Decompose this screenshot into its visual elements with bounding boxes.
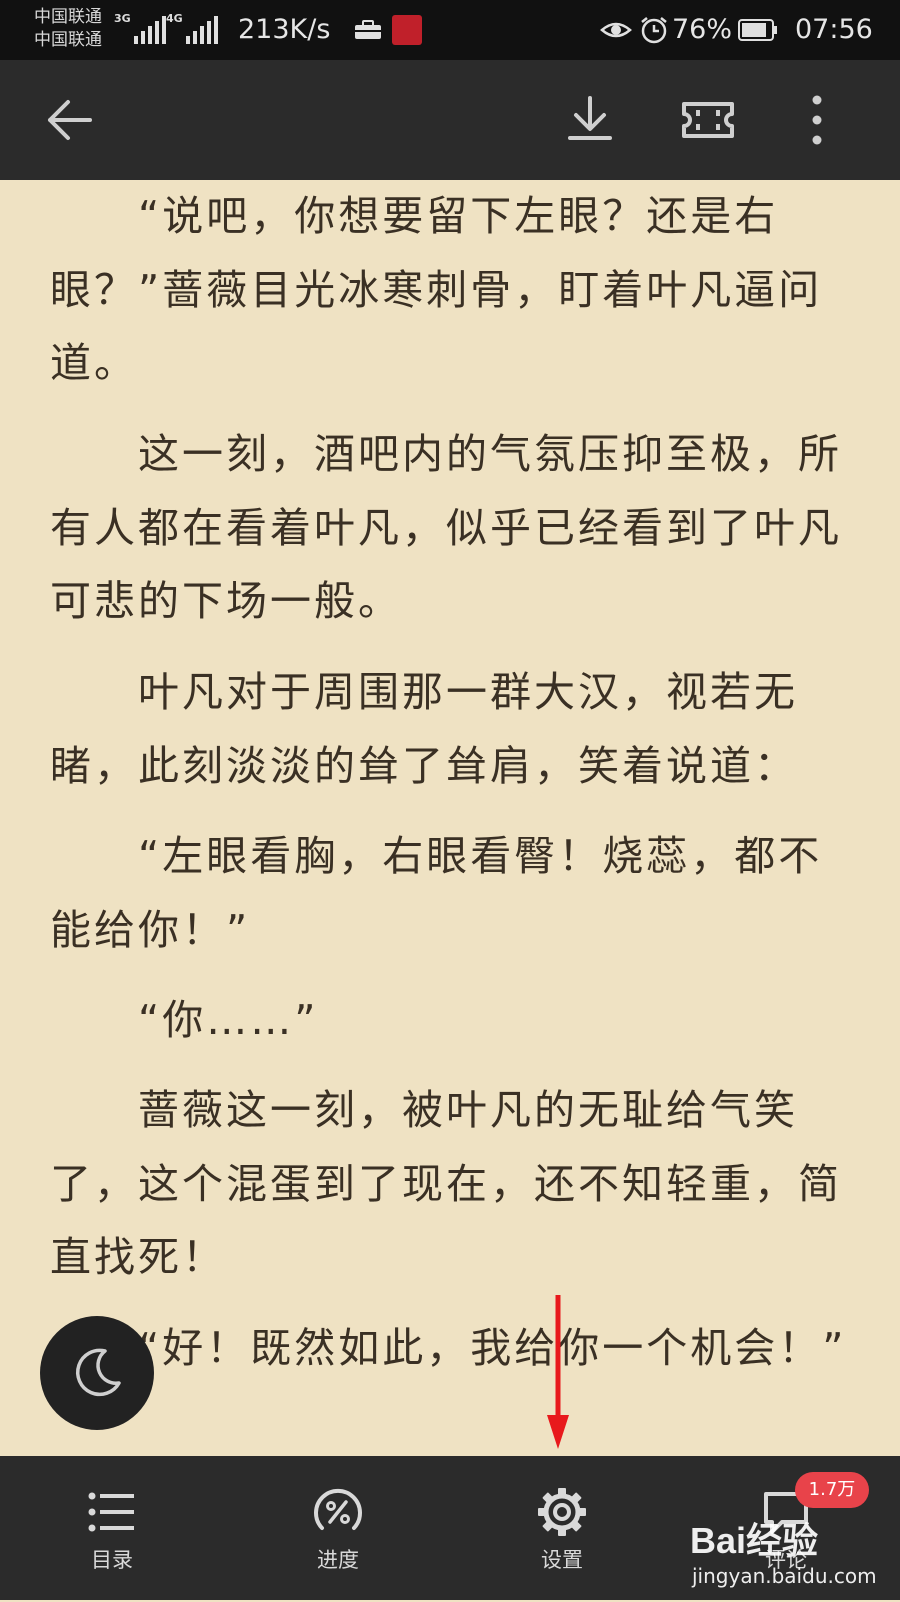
- clock: 07:56: [795, 14, 873, 45]
- catalog-label: 目录: [91, 1548, 133, 1572]
- baidu-jingyan-watermark: Bai经验 jingyan.baidu.com: [690, 1512, 890, 1602]
- signal-1-icon: 3G: [114, 12, 166, 44]
- progress-button[interactable]: 进度: [268, 1456, 408, 1600]
- annotation-arrow-icon: [547, 1295, 569, 1449]
- battery-percent: 76%: [672, 14, 733, 45]
- carrier-2: 中国联通: [34, 30, 102, 50]
- list-icon: [88, 1492, 134, 1532]
- settings-label: 设置: [541, 1548, 583, 1572]
- moon-icon: [76, 1348, 121, 1397]
- progress-label: 进度: [317, 1548, 359, 1572]
- reading-content[interactable]: “说吧，你想要留下左眼？还是右眼？”蔷薇目光冰寒刺骨，盯着叶凡逼问道。 这一刻，…: [0, 180, 900, 1456]
- net-type-2: 4G: [166, 12, 183, 25]
- settings-button[interactable]: 设置: [492, 1456, 632, 1600]
- carrier-1: 中国联通: [34, 7, 102, 27]
- catalog-button[interactable]: 目录: [42, 1456, 182, 1600]
- battery-icon: [738, 19, 777, 41]
- ticket-icon[interactable]: [680, 92, 736, 148]
- download-icon[interactable]: [562, 92, 618, 148]
- paragraph: 这一刻，酒吧内的气氛压抑至极，所有人都在看着叶凡，似乎已经看到了叶凡可悲的下场一…: [50, 430, 842, 625]
- paragraph: “好！既然如此，我给你一个机会！”: [138, 1324, 847, 1372]
- eye-icon: [600, 22, 632, 38]
- settings-gear-icon: [538, 1488, 586, 1536]
- back-arrow-icon[interactable]: [42, 92, 98, 148]
- watermark-url: jingyan.baidu.com: [692, 1564, 877, 1588]
- reader-top-toolbar: [0, 60, 900, 180]
- paragraph: “左眼看胸，右眼看臀！烧蕊，都不能给你！”: [50, 832, 823, 954]
- paragraph: “说吧，你想要留下左眼？还是右眼？”蔷薇目光冰寒刺骨，盯着叶凡逼问道。: [50, 192, 823, 387]
- paragraph: 叶凡对于周围那一群大汉，视若无睹，此刻淡淡的耸了耸肩，笑着说道：: [50, 668, 798, 790]
- net-type-1: 3G: [114, 12, 131, 25]
- night-mode-button[interactable]: [40, 1316, 154, 1430]
- more-vertical-icon[interactable]: [802, 92, 832, 148]
- signal-2-icon: 4G: [166, 12, 218, 44]
- comment-count-badge: 1.7万: [795, 1472, 869, 1508]
- paragraph: 蔷薇这一刻，被叶凡的无耻给气笑了，这个混蛋到了现在，还不知轻重，简直找死！: [50, 1086, 842, 1281]
- network-speed: 213K/s: [238, 14, 331, 45]
- paragraph: “你……”: [138, 996, 319, 1044]
- watermark-brand: Bai经验: [690, 1520, 819, 1561]
- status-bar: 中国联通 中国联通 3G 4G 213K/s 76% 07:56: [0, 0, 900, 60]
- briefcase-icon: [355, 20, 381, 39]
- alarm-icon: [641, 17, 667, 44]
- app-notification-icon: [392, 15, 422, 45]
- carrier-labels: 中国联通 中国联通: [34, 6, 102, 52]
- progress-icon: [314, 1488, 362, 1530]
